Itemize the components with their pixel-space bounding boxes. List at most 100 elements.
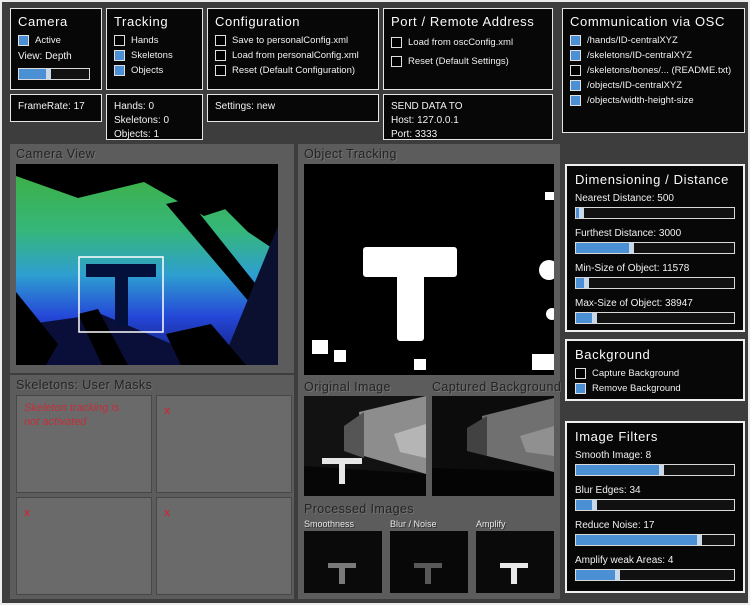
osc-bones-label: /skeletons/bones/... (README.txt) <box>587 65 732 76</box>
configuration-panel: Configuration Save to personalConfig.xml… <box>207 8 379 90</box>
osc-objects-checkbox[interactable]: /objects/ID-centralXYZ <box>570 80 737 91</box>
osc-bones-checkbox[interactable]: /skeletons/bones/... (README.txt) <box>570 65 737 76</box>
dimensioning-panel: Dimensioning / Distance Nearest Distance… <box>565 164 745 332</box>
checkbox-icon[interactable] <box>570 35 581 46</box>
background-panel: Background Capture Background Remove Bac… <box>565 339 745 401</box>
checkbox-icon[interactable] <box>114 35 125 46</box>
furthest-distance-slider[interactable] <box>575 242 735 254</box>
blur-edges-label: Blur Edges: 34 <box>575 485 641 496</box>
image-filters-title: Image Filters <box>575 429 658 444</box>
smoothness-label: Smoothness <box>304 519 355 529</box>
min-size-slider[interactable] <box>575 277 735 289</box>
remove-background-checkbox[interactable]: Remove Background <box>575 383 735 394</box>
host-value: Host: 127.0.0.1 <box>391 115 459 126</box>
osc-objects-label: /objects/ID-centralXYZ <box>587 80 683 91</box>
configuration-panel-title: Configuration <box>215 14 301 29</box>
nearest-distance-slider[interactable] <box>575 207 735 219</box>
original-image <box>304 396 426 496</box>
skeleton-warning-line2: not activated <box>24 416 87 428</box>
send-data-title: SEND DATA TO <box>391 101 463 112</box>
amplify-image <box>476 531 554 593</box>
user-mask-3: x <box>16 497 152 595</box>
framerate-value: FrameRate: 17 <box>18 101 85 112</box>
camera-panel-title: Camera <box>18 14 68 29</box>
checkbox-icon[interactable] <box>575 383 586 394</box>
port-load-checkbox[interactable]: Load from oscConfig.xml <box>391 37 545 48</box>
checkbox-icon[interactable] <box>570 65 581 76</box>
mask-inactive-mark: x <box>24 507 31 519</box>
objects-count: Objects: 1 <box>114 129 160 140</box>
camera-panel: Camera Active View: Depth <box>10 8 102 90</box>
depth-image <box>16 164 288 365</box>
max-size-slider[interactable] <box>575 312 735 324</box>
checkbox-icon[interactable] <box>575 368 586 379</box>
image-filters-panel: Image Filters Smooth Image: 8 Blur Edges… <box>565 421 745 593</box>
amplify-weak-areas-label: Amplify weak Areas: 4 <box>575 555 674 566</box>
mask-inactive-mark: x <box>164 507 171 519</box>
osc-size-checkbox[interactable]: /objects/width-height-size <box>570 95 737 106</box>
smooth-image-slider[interactable] <box>575 464 735 476</box>
config-load-label: Load from personalConfig.xml <box>232 50 359 61</box>
blur-edges-slider[interactable] <box>575 499 735 511</box>
tracking-objects-checkbox[interactable]: Objects <box>114 65 195 76</box>
checkbox-icon[interactable] <box>570 50 581 61</box>
blur-noise-label: Blur / Noise <box>390 519 437 529</box>
checkbox-icon[interactable] <box>215 65 226 76</box>
object-tracking-panel: Object Tracking Original Image Captured … <box>298 144 562 599</box>
camera-view-slider[interactable] <box>18 68 90 80</box>
reduce-noise-slider[interactable] <box>575 534 735 546</box>
object-tracking-title: Object Tracking <box>304 147 397 161</box>
config-reset-checkbox[interactable]: Reset (Default Configuration) <box>215 65 371 76</box>
user-mask-2: x <box>156 395 292 493</box>
capture-background-checkbox[interactable]: Capture Background <box>575 368 735 379</box>
send-data-box: SEND DATA TO Host: 127.0.0.1 Port: 3333 <box>383 94 553 140</box>
min-size-label: Min-Size of Object: 11578 <box>575 263 690 274</box>
checkbox-icon[interactable] <box>114 65 125 76</box>
camera-view-title: Camera View <box>16 147 96 161</box>
tracking-hands-label: Hands <box>131 35 159 46</box>
captured-background-label: Captured Background <box>432 380 562 394</box>
checkbox-icon[interactable] <box>570 80 581 91</box>
camera-active-label: Active <box>35 35 61 46</box>
checkbox-icon[interactable] <box>215 50 226 61</box>
checkbox-icon[interactable] <box>391 56 402 67</box>
amplify-label: Amplify <box>476 519 506 529</box>
port-reset-checkbox[interactable]: Reset (Default Settings) <box>391 56 545 67</box>
hands-count: Hands: 0 <box>114 101 155 112</box>
user-mask-grid: Skeleton tracking is not activated x x x <box>16 395 292 595</box>
osc-hands-checkbox[interactable]: /hands/ID-centralXYZ <box>570 35 737 46</box>
tracking-objects-label: Objects <box>131 65 164 76</box>
blur-noise-image <box>390 531 468 593</box>
osc-panel-title: Communication via OSC <box>570 14 725 29</box>
config-save-label: Save to personalConfig.xml <box>232 35 349 46</box>
checkbox-icon[interactable] <box>215 35 226 46</box>
user-mask-1: Skeleton tracking is not activated <box>16 395 152 493</box>
port-panel: Port / Remote Address Load from oscConfi… <box>383 8 553 90</box>
captured-background-image <box>432 396 554 496</box>
reduce-noise-label: Reduce Noise: 17 <box>575 520 655 531</box>
app-window: Camera Active View: Depth Tracking Hands… <box>0 0 750 605</box>
port-reset-label: Reset (Default Settings) <box>408 56 509 67</box>
port-panel-title: Port / Remote Address <box>391 14 535 29</box>
mask-inactive-mark: x <box>164 405 171 417</box>
config-load-checkbox[interactable]: Load from personalConfig.xml <box>215 50 371 61</box>
processed-images-label: Processed Images <box>304 502 414 516</box>
checkbox-icon[interactable] <box>114 50 125 61</box>
tracking-hands-checkbox[interactable]: Hands <box>114 35 195 46</box>
amplify-weak-areas-slider[interactable] <box>575 569 735 581</box>
capture-background-label: Capture Background <box>592 368 680 379</box>
tracking-skeletons-checkbox[interactable]: Skeletons <box>114 50 195 61</box>
camera-active-checkbox[interactable]: Active <box>18 35 94 46</box>
view-value: Depth <box>45 51 72 62</box>
config-save-checkbox[interactable]: Save to personalConfig.xml <box>215 35 371 46</box>
osc-skeletons-label: /skeletons/ID-centralXYZ <box>587 50 693 61</box>
dimensioning-title: Dimensioning / Distance <box>575 172 729 187</box>
counts-box: Hands: 0 Skeletons: 0 Objects: 1 <box>106 94 203 140</box>
skeletons-panel-title: Skeletons: User Masks <box>16 378 153 392</box>
checkbox-icon[interactable] <box>391 37 402 48</box>
threshold-image <box>304 164 554 375</box>
framerate-box: FrameRate: 17 <box>10 94 102 122</box>
checkbox-icon[interactable] <box>570 95 581 106</box>
osc-skeletons-checkbox[interactable]: /skeletons/ID-centralXYZ <box>570 50 737 61</box>
checkbox-icon[interactable] <box>18 35 29 46</box>
